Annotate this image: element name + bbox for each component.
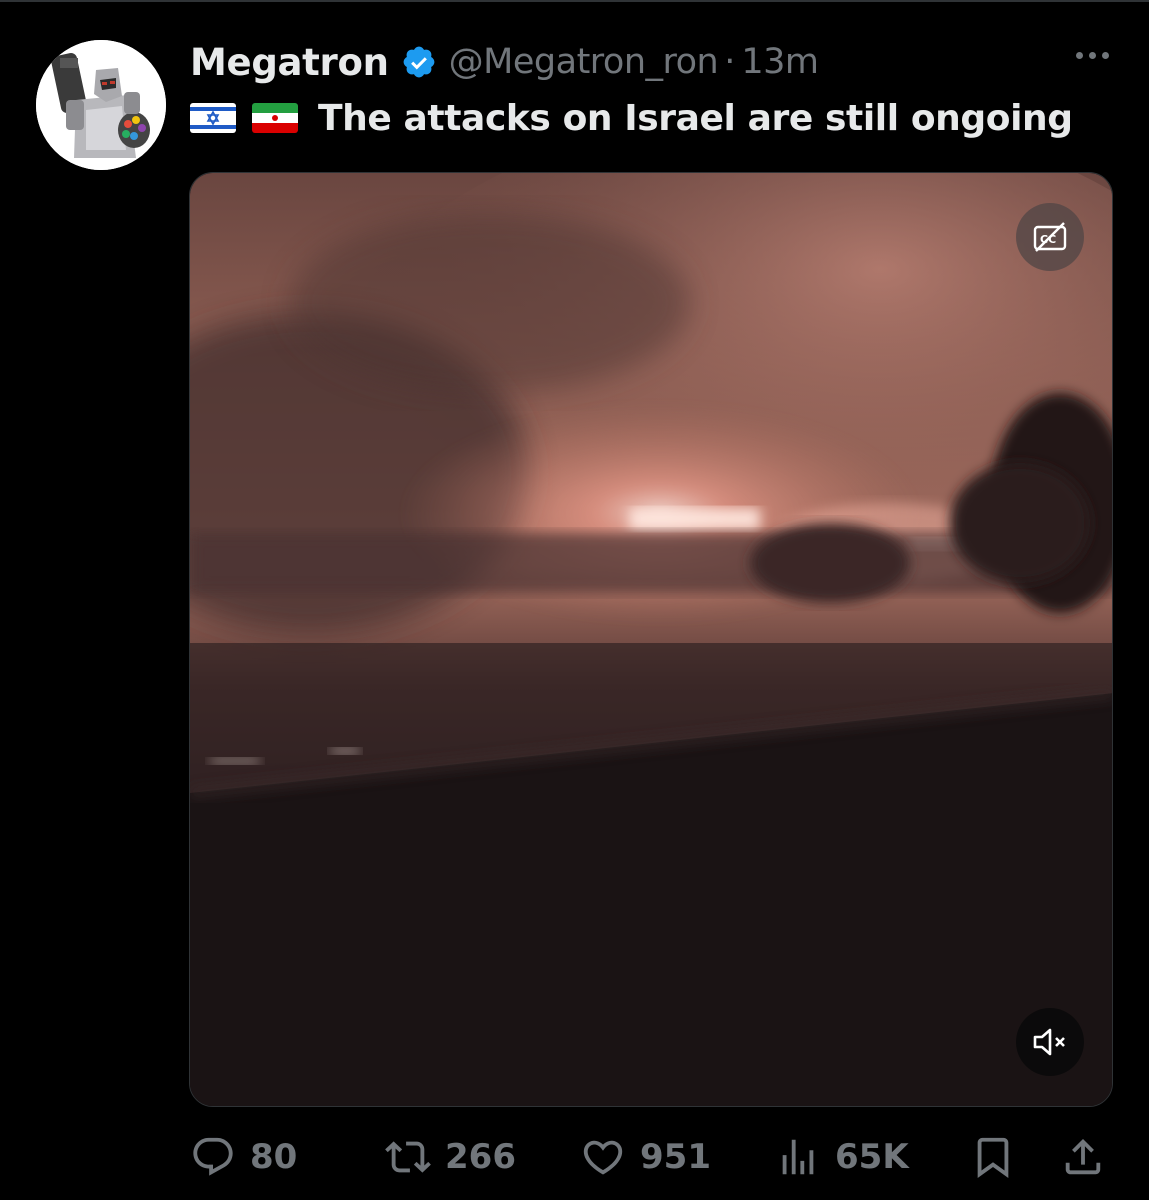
heart-icon bbox=[583, 1140, 623, 1175]
views-button[interactable]: 65K bbox=[775, 1132, 909, 1182]
more-options-icon[interactable] bbox=[1076, 52, 1109, 59]
robot-avatar-icon bbox=[36, 40, 166, 170]
video-frame bbox=[190, 173, 1112, 1106]
post-header: Megatron @Megatron_ron · 13m bbox=[190, 38, 819, 86]
video-player[interactable]: CC bbox=[189, 172, 1113, 1107]
view-count: 65K bbox=[835, 1137, 909, 1177]
iran-flag-icon bbox=[252, 103, 298, 133]
captions-off-icon: CC bbox=[1033, 222, 1067, 252]
like-button[interactable]: 951 bbox=[580, 1132, 711, 1182]
views-chart-icon bbox=[782, 1139, 814, 1175]
verified-badge-icon bbox=[401, 44, 437, 80]
like-count: 951 bbox=[640, 1137, 711, 1177]
share-icon bbox=[1065, 1138, 1101, 1175]
bookmark-button[interactable] bbox=[970, 1132, 1030, 1182]
author-handle[interactable]: @Megatron_ron bbox=[449, 42, 719, 82]
reply-icon bbox=[193, 1137, 233, 1176]
author-name[interactable]: Megatron bbox=[190, 41, 389, 84]
tweet[interactable]: Megatron @Megatron_ron · 13m The attacks… bbox=[0, 0, 1149, 1200]
bookmark-icon bbox=[977, 1137, 1009, 1178]
mute-toggle-button[interactable] bbox=[1016, 1008, 1084, 1076]
post-text: The attacks on Israel are still ongoing bbox=[318, 97, 1073, 139]
separator-dot: · bbox=[724, 42, 736, 82]
repost-count: 266 bbox=[445, 1137, 516, 1177]
reply-button[interactable]: 80 bbox=[190, 1132, 297, 1182]
share-button[interactable] bbox=[1060, 1132, 1120, 1182]
post-time[interactable]: 13m bbox=[741, 42, 819, 82]
captions-toggle-button[interactable]: CC bbox=[1016, 203, 1084, 271]
repost-icon bbox=[385, 1141, 431, 1173]
volume-muted-icon bbox=[1033, 1028, 1065, 1056]
action-bar: 80 266 951 65K bbox=[190, 1132, 1110, 1182]
post-text-line: The attacks on Israel are still ongoing bbox=[190, 94, 1073, 142]
avatar[interactable] bbox=[36, 40, 166, 170]
repost-button[interactable]: 266 bbox=[385, 1132, 516, 1182]
reply-count: 80 bbox=[250, 1137, 298, 1177]
israel-flag-icon bbox=[190, 103, 236, 133]
